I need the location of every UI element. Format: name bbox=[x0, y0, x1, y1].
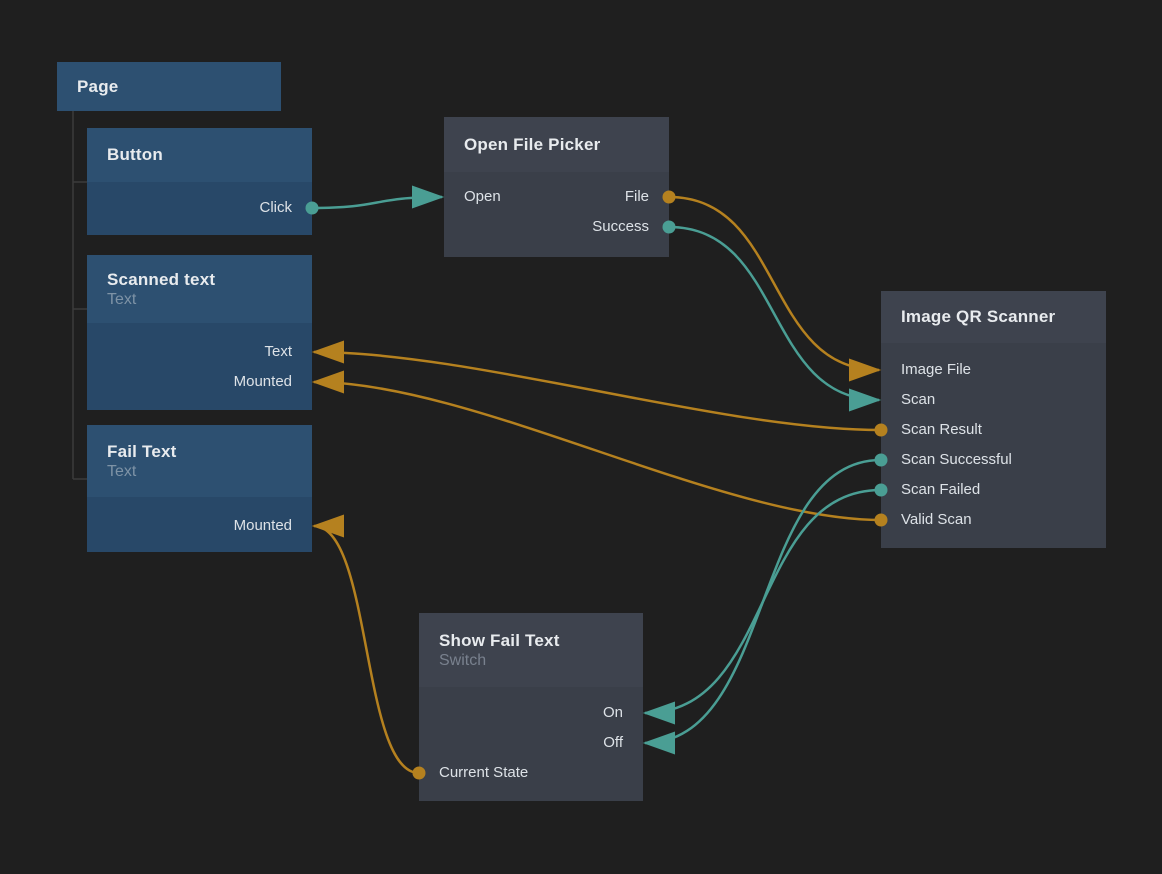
node-title: Show Fail Text bbox=[439, 631, 623, 651]
port-fail-mounted[interactable]: Mounted bbox=[107, 515, 292, 537]
node-header[interactable]: Fail TextText bbox=[87, 425, 312, 497]
port-ofp-file[interactable]: File bbox=[464, 186, 649, 208]
wire-qr-validScan-to-scanned-mounted[interactable] bbox=[314, 382, 881, 520]
node-title: Button bbox=[107, 145, 292, 165]
port-switch-currentState[interactable]: Current State bbox=[439, 762, 623, 784]
port-switch-on[interactable]: On bbox=[439, 702, 623, 724]
port-qr-scanResult[interactable]: Scan Result bbox=[901, 419, 1086, 441]
wire-ofp-success-to-qr-scan[interactable] bbox=[669, 227, 879, 400]
wire-ofp-file-to-qr-imageFile[interactable] bbox=[669, 197, 879, 370]
node-subtitle: Text bbox=[107, 291, 292, 309]
node-header[interactable]: Open File Picker bbox=[444, 117, 669, 172]
port-scanned-mounted[interactable]: Mounted bbox=[107, 371, 292, 393]
node-title: Page bbox=[77, 77, 261, 97]
node-title: Image QR Scanner bbox=[901, 307, 1086, 327]
node-title: Fail Text bbox=[107, 442, 292, 462]
port-qr-scanFailed[interactable]: Scan Failed bbox=[901, 479, 1086, 501]
node-title: Open File Picker bbox=[464, 135, 649, 155]
node-title: Scanned text bbox=[107, 270, 292, 290]
wire-button-click-to-ofp-open[interactable] bbox=[312, 197, 442, 208]
wire-switch-currentState-to-fail-mounted[interactable] bbox=[314, 526, 419, 773]
port-qr-validScan[interactable]: Valid Scan bbox=[901, 509, 1086, 531]
node-header[interactable]: Button bbox=[87, 128, 312, 182]
node-header[interactable]: Show Fail TextSwitch bbox=[419, 613, 643, 687]
node-header[interactable]: Page bbox=[57, 62, 281, 111]
port-scanned-text[interactable]: Text bbox=[107, 341, 292, 363]
node-page[interactable]: Page bbox=[57, 62, 281, 111]
node-graph-canvas[interactable]: PageButtonClickScanned textTextTextMount… bbox=[0, 0, 1162, 874]
node-header[interactable]: Image QR Scanner bbox=[881, 291, 1106, 343]
hierarchy-connector-line bbox=[73, 111, 87, 479]
port-ofp-success[interactable]: Success bbox=[464, 216, 649, 238]
node-subtitle: Text bbox=[107, 463, 292, 481]
node-subtitle: Switch bbox=[439, 652, 623, 670]
port-qr-scanSuccessful[interactable]: Scan Successful bbox=[901, 449, 1086, 471]
node-header[interactable]: Scanned textText bbox=[87, 255, 312, 323]
port-qr-imageFile[interactable]: Image File bbox=[901, 359, 1086, 381]
port-qr-scan[interactable]: Scan bbox=[901, 389, 1086, 411]
port-switch-off[interactable]: Off bbox=[439, 732, 623, 754]
wire-qr-scanFailed-to-switch-on[interactable] bbox=[645, 490, 881, 713]
port-button-click[interactable]: Click bbox=[107, 197, 292, 219]
